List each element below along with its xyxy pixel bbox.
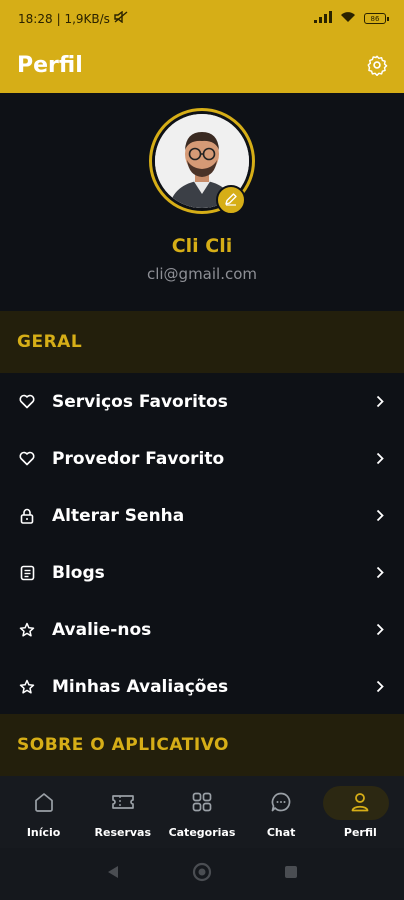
- heart-icon: [18, 450, 36, 468]
- mute-icon: [114, 10, 128, 26]
- nav-label: Perfil: [343, 826, 377, 839]
- nav-item-profile[interactable]: Perfil: [321, 780, 399, 844]
- status-right: 86: [314, 11, 389, 26]
- bottom-navigation: Início Reservas Categorias Chat Perfil: [0, 776, 404, 848]
- signal-icon: [314, 11, 332, 26]
- status-network-speed: | 1,9KB/s: [56, 11, 110, 26]
- home-circle-icon[interactable]: [192, 862, 212, 886]
- nav-label: Categorias: [168, 826, 236, 839]
- home-icon: [32, 790, 56, 814]
- app-bar: Perfil: [0, 37, 404, 93]
- chevron-right-icon: [374, 395, 386, 409]
- nav-item-bookings[interactable]: Reservas: [84, 780, 162, 844]
- status-time: 18:28: [18, 11, 53, 26]
- menu-item-label: Provedor Favorito: [52, 448, 225, 469]
- menu-item-favorite-provider[interactable]: Provedor Favorito: [0, 430, 404, 487]
- ticket-icon: [111, 790, 135, 814]
- section-header-about: SOBRE O APLICATIVO: [0, 714, 404, 776]
- menu-item-rate-us[interactable]: Avalie-nos: [0, 601, 404, 658]
- star-icon: [18, 621, 36, 639]
- profile-email: cli@gmail.com: [146, 265, 258, 283]
- status-bar: 18:28 | 1,9KB/s 86: [0, 0, 404, 37]
- menu-item-label: Avalie-nos: [52, 619, 152, 640]
- heart-icon: [18, 393, 36, 411]
- section-header-general: GERAL: [0, 311, 404, 373]
- profile-name: Cli Cli: [171, 235, 233, 257]
- wifi-icon: [340, 11, 356, 26]
- menu-item-favorite-services[interactable]: Serviços Favoritos: [0, 373, 404, 430]
- nav-item-categories[interactable]: Categorias: [163, 780, 241, 844]
- menu-item-label: Serviços Favoritos: [52, 391, 228, 412]
- battery-level: 86: [370, 14, 380, 23]
- back-icon[interactable]: [105, 864, 121, 884]
- chat-icon: [269, 790, 293, 814]
- menu-item-label: Minhas Avaliações: [52, 676, 229, 697]
- menu-item-blogs[interactable]: Blogs: [0, 544, 404, 601]
- star-icon: [18, 678, 36, 696]
- chevron-right-icon: [374, 680, 386, 694]
- lock-icon: [18, 507, 36, 525]
- chevron-right-icon: [374, 509, 386, 523]
- system-navigation-bar: [0, 848, 404, 900]
- chevron-right-icon: [374, 623, 386, 637]
- menu-item-label: Blogs: [52, 562, 105, 583]
- recents-icon[interactable]: [283, 864, 299, 884]
- battery-icon: 86: [364, 13, 389, 24]
- chevron-right-icon: [374, 452, 386, 466]
- grid-icon: [190, 790, 214, 814]
- nav-item-home[interactable]: Início: [5, 780, 83, 844]
- pencil-icon: [224, 191, 238, 210]
- page-title: Perfil: [17, 52, 83, 78]
- profile-section: Cli Cli cli@gmail.com: [0, 93, 404, 310]
- nav-label: Chat: [266, 826, 296, 839]
- settings-menu: Serviços Favoritos Provedor Favorito Alt…: [0, 373, 404, 715]
- menu-item-my-reviews[interactable]: Minhas Avaliações: [0, 658, 404, 715]
- nav-label: Reservas: [94, 826, 152, 839]
- nav-label: Início: [26, 826, 61, 839]
- nav-item-chat[interactable]: Chat: [242, 780, 320, 844]
- chevron-right-icon: [374, 566, 386, 580]
- menu-item-change-password[interactable]: Alterar Senha: [0, 487, 404, 544]
- person-icon: [348, 790, 372, 814]
- edit-avatar-button[interactable]: [216, 185, 246, 215]
- blog-icon: [18, 564, 36, 582]
- menu-item-label: Alterar Senha: [52, 505, 185, 526]
- gear-icon[interactable]: [364, 52, 390, 78]
- status-left: 18:28 | 1,9KB/s: [18, 10, 128, 26]
